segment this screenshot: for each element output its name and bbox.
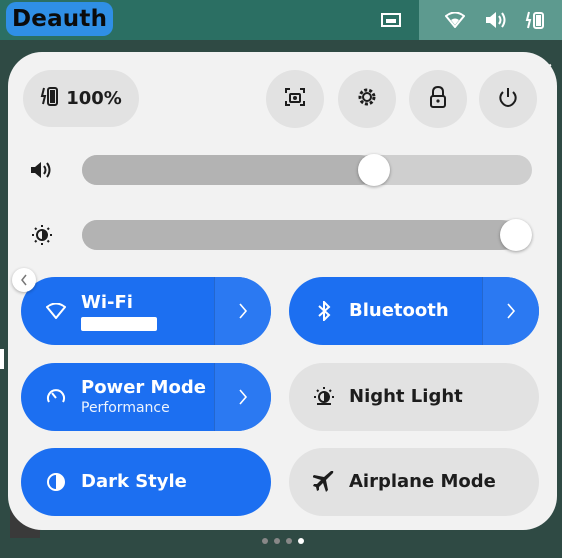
brightness-icon[interactable] xyxy=(28,222,56,248)
volume-slider-row xyxy=(28,153,538,187)
settings-button[interactable] xyxy=(338,70,396,128)
network-name-redacted xyxy=(81,316,157,331)
brightness-slider[interactable] xyxy=(82,219,532,251)
chevron-left-icon xyxy=(21,274,27,286)
battery-status-button[interactable]: 100% xyxy=(23,70,139,127)
power-button[interactable] xyxy=(479,70,537,128)
previous-page-button[interactable] xyxy=(12,268,36,292)
tile-airplane-mode-title: Airplane Mode xyxy=(349,471,496,492)
volume-icon xyxy=(484,8,508,32)
page-dot[interactable] xyxy=(286,538,292,544)
lock-icon xyxy=(429,85,447,112)
power-mode-icon xyxy=(43,384,69,410)
tile-wifi[interactable]: Wi-Fi xyxy=(21,277,271,345)
screenshot-button[interactable] xyxy=(266,70,324,128)
tile-airplane-mode[interactable]: Airplane Mode xyxy=(289,448,539,516)
brightness-slider-fill xyxy=(82,220,516,250)
power-icon xyxy=(497,86,519,112)
battery-icon xyxy=(523,8,547,32)
quick-settings-panel: 100% Wi-Fi Bluetooth Power Mode Performa… xyxy=(8,52,557,530)
volume-slider[interactable] xyxy=(82,154,532,186)
background-fragment xyxy=(0,349,4,369)
battery-percentage: 100% xyxy=(66,88,122,109)
page-dot-active[interactable] xyxy=(298,538,304,544)
status-area[interactable] xyxy=(419,0,562,40)
brightness-slider-row xyxy=(28,218,538,252)
chevron-right-icon xyxy=(239,389,248,405)
wifi-menu-button[interactable] xyxy=(214,277,271,345)
power-mode-menu-button[interactable] xyxy=(214,363,271,431)
tile-night-light[interactable]: Night Light xyxy=(289,363,539,431)
bluetooth-icon xyxy=(311,298,337,324)
bluetooth-menu-button[interactable] xyxy=(482,277,539,345)
tile-night-light-title: Night Light xyxy=(349,386,463,407)
page-indicator xyxy=(262,538,304,544)
volume-slider-thumb[interactable] xyxy=(357,154,390,186)
wifi-icon xyxy=(443,8,467,32)
chevron-right-icon xyxy=(239,303,248,319)
battery-icon xyxy=(40,86,59,111)
tile-dark-style-text: Dark Style xyxy=(81,471,271,493)
airplane-icon xyxy=(311,469,337,495)
top-bar: Deauth xyxy=(0,0,562,40)
wifi-icon xyxy=(43,298,69,324)
volume-slider-fill xyxy=(82,155,374,185)
dark-style-icon xyxy=(43,469,69,495)
tile-power-mode[interactable]: Power Mode Performance xyxy=(21,363,271,431)
app-name: Deauth xyxy=(12,6,108,32)
screenshot-icon xyxy=(284,87,306,111)
tile-airplane-mode-text: Airplane Mode xyxy=(349,471,539,493)
tile-dark-style-title: Dark Style xyxy=(81,471,187,492)
tile-dark-style[interactable]: Dark Style xyxy=(21,448,271,516)
night-light-icon xyxy=(311,384,337,410)
app-name-pill[interactable]: Deauth xyxy=(6,2,114,36)
settings-icon xyxy=(356,86,378,112)
screen-icon[interactable] xyxy=(379,8,403,32)
lock-button[interactable] xyxy=(409,70,467,128)
page-dot[interactable] xyxy=(274,538,280,544)
tile-bluetooth[interactable]: Bluetooth xyxy=(289,277,539,345)
volume-icon[interactable] xyxy=(28,157,56,183)
chevron-right-icon xyxy=(507,303,516,319)
brightness-slider-thumb[interactable] xyxy=(500,219,532,251)
page-dot[interactable] xyxy=(262,538,268,544)
tile-night-light-text: Night Light xyxy=(349,386,539,408)
